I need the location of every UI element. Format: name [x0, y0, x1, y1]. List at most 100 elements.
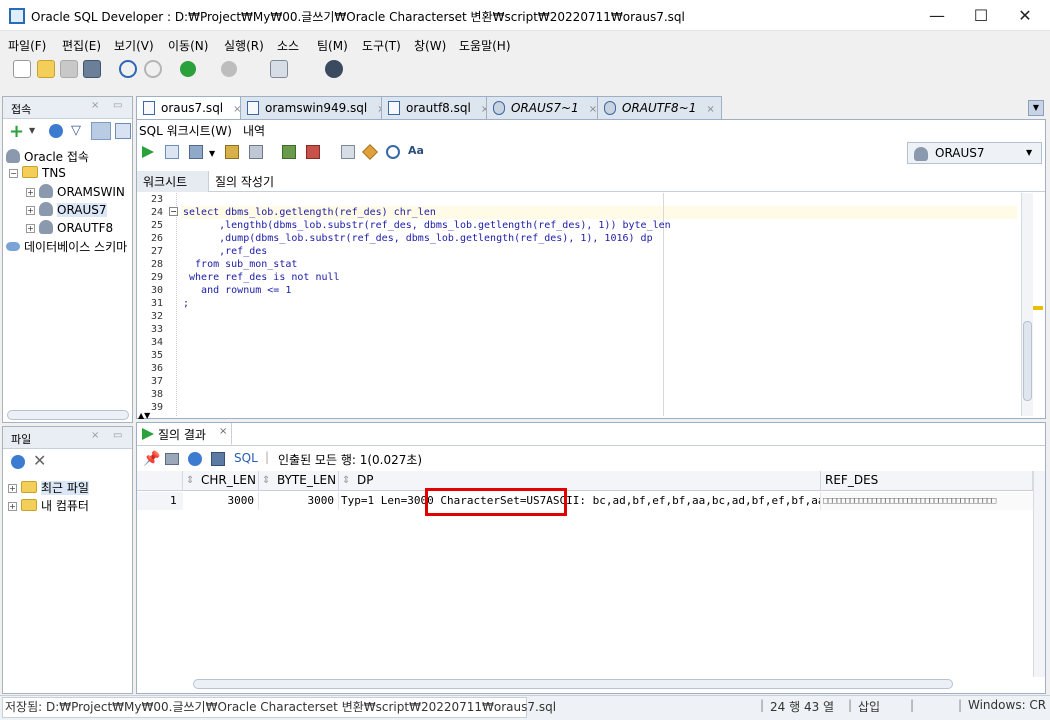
close-tab-icon[interactable]: × — [706, 104, 714, 115]
sql-editor[interactable]: − 23 24 25 26 27 28 29 30 31 32 33 34 35 36 37 38 39 sel… — [137, 193, 1033, 416]
minimize-button[interactable]: — — [914, 0, 960, 31]
horizontal-scrollbar[interactable] — [7, 410, 129, 420]
menu-view[interactable]: 보기(V) — [114, 37, 154, 54]
minimize-panel-icon[interactable]: ▭ — [113, 430, 122, 441]
menu-window[interactable]: 창(W) — [414, 37, 446, 54]
schema-browser-icon[interactable] — [91, 122, 111, 140]
tree-oramswin[interactable]: + ORAMSWIN — [26, 184, 125, 199]
editor-vertical-scrollbar[interactable] — [1021, 193, 1033, 416]
format-icon[interactable]: Aa — [408, 144, 424, 157]
splitter-arrows-icon[interactable]: ▲▼ — [138, 412, 150, 420]
sort-icon[interactable]: ⇕ — [342, 471, 350, 490]
save-all-icon[interactable] — [83, 60, 101, 78]
run-script-icon[interactable] — [165, 145, 179, 159]
filter-icon[interactable]: ▽ — [71, 123, 81, 138]
doc-tab-orautf8-1[interactable]: ORAUTF8~1 × — [597, 96, 722, 119]
results-horizontal-scrollbar[interactable] — [193, 679, 953, 689]
sort-icon[interactable]: ⇕ — [186, 471, 194, 490]
cell-dp[interactable]: Typ=1 Len=3000 CharacterSet=US7ASCII: bc… — [339, 492, 821, 510]
tree-recent-files[interactable]: + 최근 파일 — [8, 479, 89, 496]
save-icon[interactable] — [60, 60, 78, 78]
binoculars-icon[interactable] — [325, 60, 343, 78]
tab-worksheet[interactable]: 워크시트 — [137, 171, 209, 192]
history-icon[interactable] — [386, 145, 400, 159]
maximize-button[interactable]: ☐ — [958, 0, 1004, 31]
menu-run[interactable]: 실행(R) — [224, 37, 264, 54]
close-tab-icon[interactable]: × — [589, 104, 597, 115]
doc-tab-oramswin949[interactable]: oramswin949.sql× — [240, 96, 393, 119]
scroll-thumb[interactable] — [1023, 321, 1032, 401]
delete-icon[interactable]: ✕ — [33, 451, 46, 470]
close-button[interactable]: ✕ — [1002, 0, 1048, 31]
expand-icon[interactable]: + — [26, 224, 35, 233]
chevron-down-icon[interactable]: ▼ — [209, 149, 215, 158]
menu-edit[interactable]: 편집(E) — [62, 37, 101, 54]
expand-icon[interactable]: + — [26, 188, 35, 197]
expand-icon[interactable]: + — [26, 206, 35, 215]
menu-navigate[interactable]: 이동(N) — [168, 37, 208, 54]
close-panel-icon[interactable]: × — [91, 100, 99, 111]
menu-help[interactable]: 도움말(H) — [459, 37, 511, 54]
cancel-icon[interactable] — [306, 145, 320, 159]
doc-tab-oraus7-1[interactable]: ORAUS7~1 × — [486, 96, 605, 119]
files-tab[interactable]: 파일 — [11, 431, 31, 447]
tree-orautf8[interactable]: + ORAUTF8 — [26, 220, 113, 235]
expand-icon[interactable]: + — [8, 502, 17, 511]
col-header-byte-len[interactable]: ⇕ BYTE_LEN — [259, 471, 339, 490]
forward-icon[interactable] — [221, 61, 237, 77]
tree-oracle-connections[interactable]: Oracle 접속 — [6, 148, 89, 165]
sort-icon[interactable]: ⇕ — [262, 471, 270, 490]
explain-plan-icon[interactable] — [249, 145, 263, 159]
refresh-icon[interactable] — [11, 455, 25, 469]
results-vertical-scrollbar[interactable] — [1033, 471, 1045, 677]
new-file-icon[interactable] — [13, 60, 31, 78]
sql-worksheet-icon[interactable] — [270, 60, 288, 78]
connection-selector[interactable]: ORAUS7 ▼ — [907, 142, 1042, 164]
col-header-ref-des[interactable]: REF_DES — [821, 471, 1033, 490]
results-tab[interactable]: 질의 결과 × — [137, 423, 232, 445]
tree-tns[interactable]: − TNS — [9, 166, 66, 180]
cell-byte-len[interactable]: 3000 — [259, 492, 339, 510]
expand-icon[interactable]: + — [8, 484, 17, 493]
collapse-icon[interactable]: − — [9, 169, 18, 178]
add-connection-icon[interactable]: + — [9, 121, 24, 142]
col-header-dp[interactable]: ⇕ DP — [339, 471, 821, 490]
menu-team[interactable]: 팀(M) — [317, 37, 348, 54]
refresh-icon[interactable] — [49, 124, 63, 138]
history-subtab[interactable]: 내역 — [243, 122, 265, 139]
fold-icon[interactable]: − — [169, 207, 178, 216]
open-file-icon[interactable] — [37, 60, 55, 78]
minimize-panel-icon[interactable]: ▭ — [113, 100, 122, 111]
refresh-icon[interactable] — [188, 452, 202, 466]
tree-my-computer[interactable]: + 내 컴퓨터 — [8, 497, 89, 514]
export-icon[interactable] — [211, 452, 225, 466]
rollback-icon[interactable] — [225, 145, 239, 159]
close-panel-icon[interactable]: × — [91, 430, 99, 441]
tree-db-schema[interactable]: 데이터베이스 스키마 — [6, 238, 127, 255]
tab-list-dropdown[interactable]: ▼ — [1028, 100, 1044, 116]
connection-tools-icon[interactable] — [115, 123, 131, 139]
doc-tab-orautf8[interactable]: orautf8.sql× — [381, 96, 497, 119]
sql-link[interactable]: SQL — [234, 451, 258, 465]
cell-chr-len[interactable]: 3000 — [183, 492, 259, 510]
autotrace-icon[interactable] — [282, 145, 296, 159]
clear-icon[interactable] — [362, 144, 378, 160]
undo-icon[interactable] — [119, 60, 137, 78]
cell-ref-des[interactable]: □□□□□□□□□□□□□□□□□□□□□□□□□□□□□□□□□□□□□□□ — [821, 492, 1033, 510]
sql-tuning-icon[interactable] — [341, 145, 355, 159]
col-header-chr-len[interactable]: ⇕ CHR_LEN — [183, 471, 259, 490]
close-tab-icon[interactable]: × — [219, 426, 227, 437]
menu-source[interactable]: 소스 — [277, 37, 299, 54]
table-row[interactable]: 1 3000 3000 Typ=1 Len=3000 CharacterSet=… — [137, 492, 1033, 512]
doc-tab-oraus7[interactable]: oraus7.sql × — [136, 96, 249, 120]
menu-file[interactable]: 파일(F) — [8, 37, 46, 54]
tab-query-builder[interactable]: 질의 작성기 — [215, 173, 274, 190]
menu-tools[interactable]: 도구(T) — [362, 37, 401, 54]
redo-icon[interactable] — [144, 60, 162, 78]
chevron-down-icon[interactable]: ▼ — [29, 126, 35, 135]
back-icon[interactable] — [180, 61, 196, 77]
tree-oraus7[interactable]: + ORAUS7 — [26, 202, 107, 217]
run-statement-icon[interactable] — [141, 145, 155, 159]
pin-icon[interactable]: 📌 — [143, 451, 160, 467]
sql-worksheet-subtab[interactable]: SQL 워크시트(W) — [139, 122, 232, 139]
